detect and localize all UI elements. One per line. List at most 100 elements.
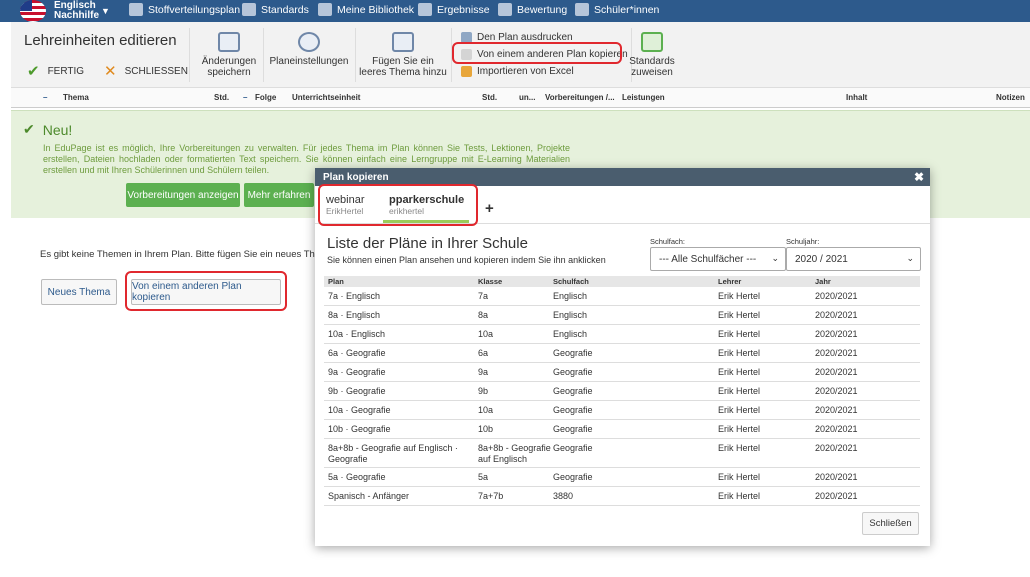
save-icon [218,32,240,52]
column-header[interactable]: Inhalt [846,93,867,102]
column-header[interactable]: Vorbereitungen /... [545,93,615,102]
subject-line2: Nachhilfe [54,10,100,21]
plan-table-header: – Thema Std. – Folge Unterrichtseinheit … [11,88,1030,108]
plan-cell: 2020/2021 [815,443,858,453]
nav-item-schueler[interactable]: Schüler*innen [575,3,659,16]
nav-item-bibliothek[interactable]: Meine Bibliothek [318,3,414,16]
plan-row[interactable]: 8a+8b - Geografie auf Englisch · Geograf… [324,439,920,468]
divider [355,28,356,82]
assign-standards-button[interactable]: Standards zuweisen [622,32,682,78]
highlight-frame [318,184,478,226]
plan-row[interactable]: 10b · Geografie 10b Geografie Erik Hertel 20… [324,420,920,439]
collapse-icon[interactable]: – [43,93,47,102]
plan-cell: Geografie [553,443,593,453]
column-header[interactable]: Std. [214,93,229,102]
plan-cell: 10a · Englisch [328,329,386,339]
chevron-down-icon: ⌄ [906,253,914,263]
chart-icon [418,3,432,16]
chevron-down-icon[interactable]: ▼ [101,6,110,16]
plan-cell: 2020/2021 [815,329,858,339]
column-header[interactable]: Leistungen [622,93,665,102]
column-header[interactable]: Unterrichtseinheit [292,93,360,102]
plan-row[interactable]: 10a · Geografie 10a Geografie Erik Hertel 20… [324,401,920,420]
us-flag-icon[interactable] [20,0,46,22]
plan-row[interactable]: 9a · Geografie 9a Geografie Erik Hertel 2020… [324,363,920,382]
year-filter-select[interactable]: 2020 / 2021 ⌄ [786,247,921,271]
plan-cell: Englisch [553,310,588,320]
divider [189,28,190,82]
page-title: Lehreinheiten editieren [24,32,177,49]
column-header: Plan [328,277,344,286]
close-icon: ✕ [104,63,117,80]
show-preparations-button[interactable]: Vorbereitungen anzeigen [126,183,240,207]
empty-plan-message: Es gibt keine Themen in Ihrem Plan. Bitt… [40,249,334,260]
column-header[interactable]: Notizen [996,93,1025,102]
add-tab-icon[interactable]: + [485,200,494,217]
plan-row[interactable]: 10a · Englisch 10a Englisch Erik Hertel 2020… [324,325,920,344]
add-label-1: Fügen Sie ein [372,56,434,67]
nav-label: Standards [261,3,309,16]
new-topic-button[interactable]: Neues Thema [41,279,117,305]
plan-cell: Erik Hertel [718,329,761,339]
library-icon [318,3,332,16]
shield-check-icon [641,32,663,52]
toolbar: Lehreinheiten editieren ✔ FERTIG ✕ SCHLIES… [11,22,1030,88]
plan-cell: 9a · Geografie [328,367,386,377]
column-header[interactable]: Thema [63,93,89,102]
save-button[interactable]: Änderungen speichern [199,32,259,78]
plan-cell: Geografie [553,472,593,482]
plan-row[interactable]: Spanisch - Anfänger 7a+7b 3880 Erik Hertel 2… [324,487,920,506]
close-dialog-button[interactable]: Schließen [862,512,919,535]
plan-cell: Geografie [553,424,593,434]
close-icon[interactable]: ✖ [914,170,924,184]
import-icon [461,66,472,77]
plan-cell: 10a · Geografie [328,405,391,415]
plan-cell: 5a · Geografie [328,472,386,482]
learn-more-button[interactable]: Mehr erfahren [244,183,314,207]
plan-cell: Englisch [553,329,588,339]
plan-cell: 6a [478,348,489,358]
dialog-title: Plan kopieren [323,171,389,183]
plan-cell: 2020/2021 [815,348,858,358]
plan-cell: 2020/2021 [815,405,858,415]
plan-row[interactable]: 6a · Geografie 6a Geografie Erik Hertel 2020… [324,344,920,363]
plan-cell: 7a+7b [478,491,504,501]
plan-cell: Erik Hertel [718,386,761,396]
close-button[interactable]: ✕ SCHLIESSEN [104,62,188,80]
settings-icon [298,32,320,52]
nav-item-stoffverteilungsplan[interactable]: Stoffverteilungsplan [129,3,240,16]
plan-cell: Erik Hertel [718,443,761,453]
plan-row[interactable]: 8a · Englisch 8a Englisch Erik Hertel 2020/2… [324,306,920,325]
plan-cell: 2020/2021 [815,424,858,434]
collapse-icon[interactable]: – [243,93,247,102]
save-label-2: speichern [207,67,251,78]
nav-item-bewertung[interactable]: Bewertung [498,3,567,16]
done-button[interactable]: ✔ FERTIG [27,62,84,80]
plan-row[interactable]: 5a · Geografie 5a Geografie Erik Hertel 2020… [324,468,920,487]
plan-row[interactable]: 7a · Englisch 7a Englisch Erik Hertel 2020/2… [324,287,920,306]
plan-settings-button[interactable]: Planeinstellungen [269,32,349,67]
column-header[interactable]: un... [519,93,535,102]
subject-selector[interactable]: Englisch Nachhilfe [54,1,99,21]
chevron-down-icon: ⌄ [771,253,779,263]
plan-cell: 2020/2021 [815,310,858,320]
plan-cell: 5a [478,472,489,482]
shield-icon [242,3,256,16]
add-topic-button[interactable]: Fügen Sie ein leeres Thema hinzu [359,32,447,78]
plan-row[interactable]: 9b · Geografie 9b Geografie Erik Hertel 2020… [324,382,920,401]
table-icon [129,3,143,16]
nav-item-standards[interactable]: Standards [242,3,309,16]
nav-item-ergebnisse[interactable]: Ergebnisse [418,3,490,16]
plan-cell: 8a · Englisch [328,310,381,320]
import-excel-button[interactable]: Importieren von Excel [461,66,574,77]
year-filter-value: 2020 / 2021 [795,253,848,265]
column-header: Lehrer [718,277,742,286]
plan-cell: Geografie [553,348,593,358]
plan-cell: Spanisch - Anfänger [328,491,410,501]
plan-cell: 3880 [553,491,574,501]
column-header[interactable]: Std. [482,93,497,102]
plan-cell: 10a [478,405,494,415]
subject-filter-select[interactable]: --- Alle Schulfächer --- ⌄ [650,247,786,271]
column-header[interactable]: Folge [255,93,276,102]
plan-cell: Geografie [553,367,593,377]
